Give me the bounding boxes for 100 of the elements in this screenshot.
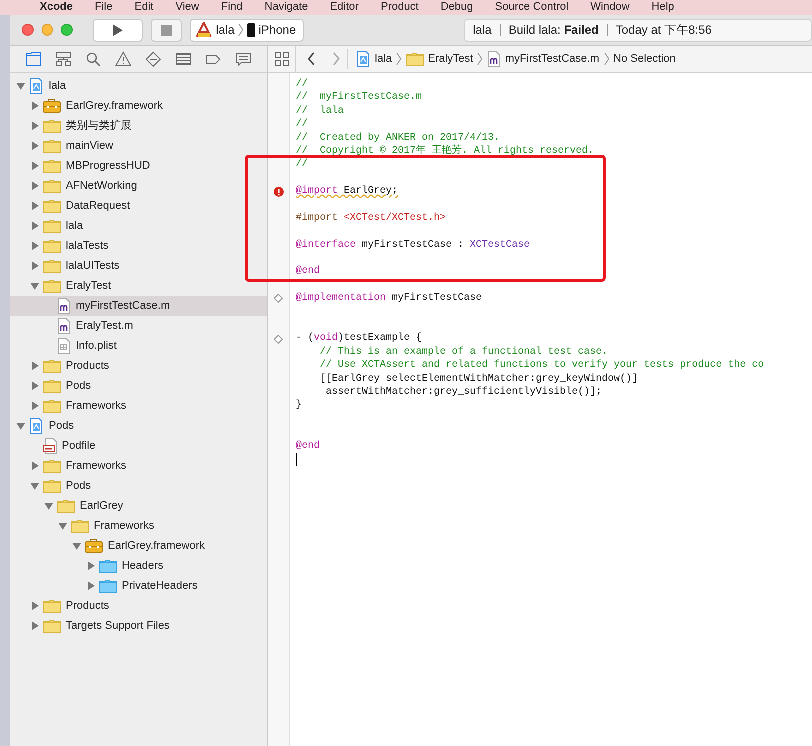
navigator-tab[interactable] bbox=[23, 49, 44, 69]
close-button[interactable] bbox=[22, 24, 34, 36]
tree-item[interactable]: Pods bbox=[10, 476, 267, 496]
tree-item[interactable]: mainView bbox=[10, 136, 267, 156]
menu-item[interactable]: Window bbox=[590, 0, 630, 15]
folder-icon bbox=[43, 139, 61, 153]
run-button[interactable] bbox=[92, 18, 144, 42]
navigator-tab[interactable] bbox=[53, 49, 74, 69]
folder-icon bbox=[43, 219, 61, 233]
toolbox-icon bbox=[85, 539, 103, 553]
scheme-selector[interactable]: lala iPhone bbox=[190, 18, 304, 42]
tree-item-label: Frameworks bbox=[94, 518, 155, 534]
menu-item[interactable]: File bbox=[95, 0, 113, 15]
tree-item[interactable]: Products bbox=[10, 596, 267, 616]
tree-item[interactable]: lala bbox=[10, 76, 267, 96]
folder-icon bbox=[99, 559, 117, 573]
tree-item-label: Pods bbox=[66, 378, 92, 394]
speech-bubble-icon bbox=[235, 50, 252, 68]
tree-item[interactable]: myFirstTestCase.m bbox=[10, 296, 267, 316]
tree-item[interactable]: Pods bbox=[10, 376, 267, 396]
zoom-button[interactable] bbox=[61, 24, 73, 36]
breadcrumb[interactable]: lala bbox=[356, 50, 392, 68]
code-line: @implementation myFirstTestCase bbox=[296, 292, 482, 306]
tree-item-label: lalaUITests bbox=[66, 258, 120, 274]
menu-item[interactable]: Navigate bbox=[264, 0, 308, 15]
code-line: @end bbox=[296, 265, 320, 279]
tree-item[interactable]: Frameworks bbox=[10, 456, 267, 476]
folder-icon bbox=[43, 259, 61, 273]
folder-icon bbox=[43, 239, 61, 253]
tree-item[interactable]: EarlGrey.framework bbox=[10, 96, 267, 116]
tree-item[interactable]: Targets Support Files bbox=[10, 616, 267, 636]
tree-item[interactable]: Info.plist bbox=[10, 336, 267, 356]
breadcrumb[interactable]: EralyTest bbox=[406, 50, 474, 68]
toolbox-icon bbox=[43, 99, 61, 113]
tree-item-label: lala bbox=[49, 78, 66, 94]
m-file-icon bbox=[487, 51, 502, 67]
tree-item[interactable]: lalaUITests bbox=[10, 256, 267, 276]
tree-item[interactable]: Pods bbox=[10, 416, 267, 436]
menu-item[interactable]: Xcode bbox=[40, 0, 74, 15]
code-line: // Copyright © 2017年 王艳芳. All rights reserved. bbox=[296, 144, 594, 158]
tree-item[interactable]: Frameworks bbox=[10, 396, 267, 416]
folder-icon bbox=[43, 479, 61, 493]
menu-item[interactable]: Editor bbox=[330, 0, 359, 15]
tree-item-label: AFNetWorking bbox=[66, 178, 138, 194]
chevron-left-icon bbox=[306, 52, 316, 66]
folder-icon bbox=[43, 279, 61, 293]
code-line: // bbox=[296, 78, 308, 92]
tree-item[interactable]: Products bbox=[10, 356, 267, 376]
tree-item[interactable]: MBProgressHUD bbox=[10, 156, 267, 176]
code-line: @import EarlGrey; bbox=[296, 185, 398, 199]
project-icon bbox=[356, 51, 371, 67]
navigator-tab[interactable] bbox=[144, 49, 164, 69]
tree-item-label: EarlGrey.framework bbox=[108, 538, 205, 554]
menu-item[interactable]: View bbox=[176, 0, 200, 15]
hierarchy-icon bbox=[54, 50, 72, 68]
diamond-icon bbox=[145, 50, 162, 68]
tree-item[interactable]: DataRequest bbox=[10, 196, 267, 216]
m-file-icon bbox=[57, 318, 71, 334]
tree-item-label: Podfile bbox=[62, 438, 96, 454]
breadcrumb[interactable]: myFirstTestCase.m bbox=[487, 50, 600, 68]
tree-item[interactable]: EarlGrey bbox=[10, 496, 267, 516]
tree-item-label: DataRequest bbox=[66, 198, 130, 214]
app-target-icon bbox=[195, 22, 214, 38]
menu-item[interactable]: Source Control bbox=[495, 0, 569, 15]
navigator-tab[interactable] bbox=[113, 49, 134, 69]
breadcrumb[interactable]: No Selection bbox=[614, 50, 676, 68]
tree-item[interactable]: Headers bbox=[10, 556, 267, 576]
tree-item[interactable]: lala bbox=[10, 216, 267, 236]
menu-item[interactable]: Find bbox=[221, 0, 243, 15]
stop-button[interactable] bbox=[151, 18, 182, 42]
code-line: #import <XCTest/XCTest.h> bbox=[296, 212, 446, 226]
tree-item[interactable]: EralyTest.m bbox=[10, 316, 267, 336]
tree-item[interactable]: 类别与类扩展 bbox=[10, 116, 267, 136]
code-line: [[EarlGrey selectElementWithMatcher:grey_keyWindow()] bbox=[319, 372, 638, 386]
tree-item[interactable]: EralyTest bbox=[10, 276, 267, 296]
tree-item-label: PrivateHeaders bbox=[122, 578, 198, 594]
folder-icon bbox=[43, 379, 61, 393]
menu-item[interactable]: Debug bbox=[440, 0, 474, 15]
tree-item-label: myFirstTestCase.m bbox=[76, 298, 170, 314]
list-icon bbox=[175, 50, 192, 68]
tree-item[interactable]: lalaTests bbox=[10, 236, 267, 256]
text-cursor bbox=[296, 453, 297, 466]
tree-item[interactable]: PrivateHeaders bbox=[10, 576, 267, 596]
code-line: } bbox=[296, 399, 302, 413]
build-time: Today at 下午8:56 bbox=[616, 22, 712, 39]
tree-item[interactable]: EarlGrey.framework bbox=[10, 536, 267, 556]
tree-item-label: Frameworks bbox=[66, 398, 127, 414]
folder-icon bbox=[43, 199, 61, 213]
code-line: // This is an example of a functional test case. bbox=[319, 346, 608, 360]
menu-item[interactable]: Edit bbox=[134, 0, 154, 15]
tree-item[interactable]: Frameworks bbox=[10, 516, 267, 536]
menu-item[interactable]: Help bbox=[652, 0, 674, 15]
folder-icon bbox=[71, 519, 89, 533]
code-line: // Created by ANKER on 2017/4/13. bbox=[296, 132, 500, 144]
menu-item[interactable]: Product bbox=[380, 0, 419, 15]
tree-item[interactable]: Podfile bbox=[10, 436, 267, 456]
tree-item[interactable]: AFNetWorking bbox=[10, 176, 267, 196]
tree-item-label: Targets Support Files bbox=[66, 618, 170, 634]
folder-icon bbox=[43, 179, 61, 193]
grid-icon bbox=[274, 51, 290, 67]
